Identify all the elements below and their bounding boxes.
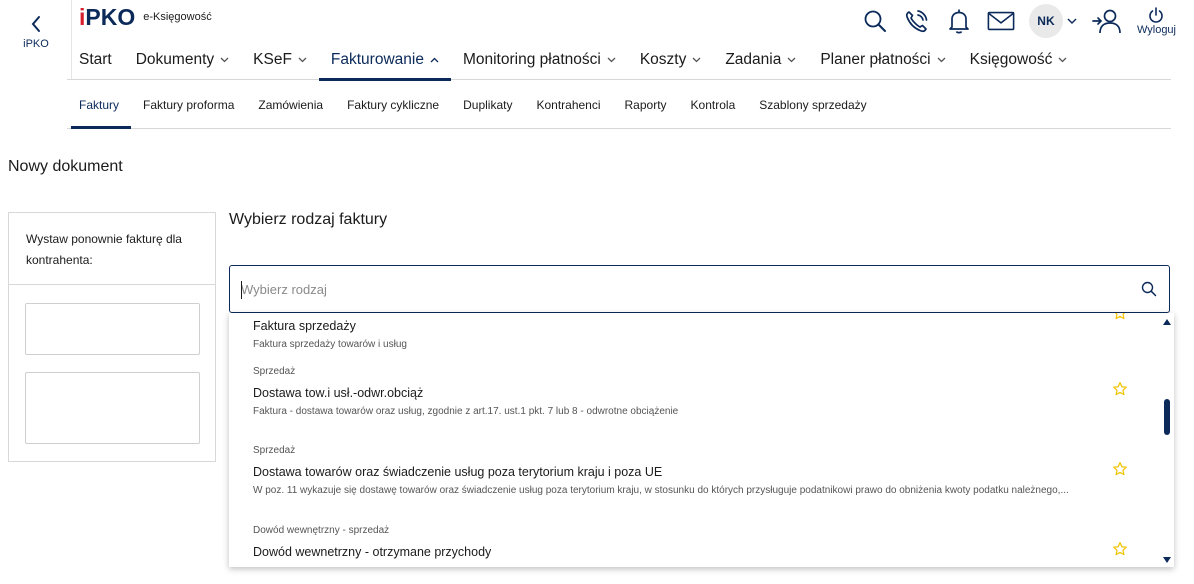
logo-text: PKO xyxy=(85,3,136,30)
recent-contractor-field-2[interactable] xyxy=(25,372,200,444)
favorite-star-icon[interactable] xyxy=(1112,461,1128,477)
option-description xyxy=(253,565,1134,567)
option-name: Dostawa towarów oraz świadczenie usług p… xyxy=(253,465,663,479)
search-icon[interactable] xyxy=(1129,281,1169,297)
main-nav-label: Dokumenty xyxy=(135,51,215,68)
option-description: Faktura sprzedaży towarów i usług xyxy=(253,339,407,350)
option-description: W poz. 11 wykazuje się dostawę towarów o… xyxy=(253,485,1069,496)
favorite-star-icon[interactable] xyxy=(1112,381,1128,397)
sub-nav-item[interactable]: Faktury proforma xyxy=(131,81,246,128)
invoice-type-title: Wybierz rodzaj faktury xyxy=(229,211,388,228)
bell-icon[interactable] xyxy=(945,7,973,35)
invoice-type-combobox[interactable] xyxy=(229,265,1170,313)
main-nav: Start Dokumenty KSeF Fakturowanie Monitoring… xyxy=(67,40,1171,81)
favorite-star-icon[interactable] xyxy=(1112,313,1128,321)
sub-nav-item[interactable]: Kontrola xyxy=(679,81,748,128)
back-label[interactable]: iPKO xyxy=(0,38,72,50)
scrollbar-thumb[interactable] xyxy=(1164,399,1170,435)
invoice-type-option[interactable]: Sprzedaż Dostawa tow.i usł.-odwr.obciąż Fa… xyxy=(253,366,1134,420)
option-category: Sprzedaż xyxy=(253,445,296,456)
main-nav-item[interactable]: Planer płatności xyxy=(808,40,957,80)
main-nav-item[interactable]: Zadania xyxy=(713,40,808,80)
sub-nav-item[interactable]: Faktury cykliczne xyxy=(335,81,451,128)
back-chevron-icon[interactable] xyxy=(28,14,44,34)
chevron-down-icon xyxy=(298,57,307,63)
sub-nav-item[interactable]: Faktury xyxy=(67,81,132,129)
main-nav-label: Koszty xyxy=(639,51,687,68)
header-toolbar: NK Wyloguj xyxy=(847,4,1176,38)
main-nav-label: Zadania xyxy=(725,51,782,68)
invoice-type-option[interactable]: Dowód wewnętrzny - sprzedaż Dowód wewnetr… xyxy=(253,525,1134,567)
main-nav-label: KSeF xyxy=(253,51,292,68)
chevron-down-icon xyxy=(692,57,701,63)
page-title: Nowy dokument xyxy=(8,158,123,175)
logout-label: Wyloguj xyxy=(1136,23,1176,36)
recent-contractor-field-1[interactable] xyxy=(25,303,200,355)
option-name: Dostawa tow.i usł.-odwr.obciąż xyxy=(253,386,424,400)
main-nav-item[interactable]: Dokumenty xyxy=(124,40,241,80)
main-nav-item[interactable]: Fakturowanie xyxy=(318,40,452,81)
option-description: Faktura - dostawa towarów oraz usług, zg… xyxy=(253,406,679,417)
invoice-type-option[interactable]: Sprzedaż Dostawa towarów oraz świadczenie… xyxy=(253,445,1134,499)
user-switch-icon[interactable] xyxy=(1091,7,1123,35)
list-scrollbar[interactable] xyxy=(1160,313,1174,567)
search-icon[interactable] xyxy=(861,7,889,35)
main-nav-item[interactable]: Koszty xyxy=(628,40,714,80)
chevron-down-icon xyxy=(937,57,946,63)
scroll-down-arrow-icon[interactable] xyxy=(1163,557,1171,563)
power-icon xyxy=(1149,6,1164,23)
option-name: Faktura sprzedaży xyxy=(253,319,356,333)
product-name: e-Księgowość xyxy=(143,11,212,23)
sub-nav-item[interactable]: Zamówienia xyxy=(246,81,335,128)
scroll-up-arrow-icon[interactable] xyxy=(1163,319,1171,325)
reissue-panel: Wystaw ponownie fakturę dla kontrahenta: xyxy=(8,212,216,462)
main-nav-label: Start xyxy=(79,51,112,68)
logout-button[interactable]: Wyloguj xyxy=(1136,6,1176,36)
option-category: Dowód wewnętrzny - sprzedaż xyxy=(253,525,390,536)
mail-icon[interactable] xyxy=(987,7,1015,35)
sub-nav: Faktury Faktury proforma Zamówienia Faktury… xyxy=(67,81,1171,129)
text-caret xyxy=(241,281,242,299)
back-rail: iPKO xyxy=(0,0,72,80)
avatar: NK xyxy=(1028,4,1063,38)
invoice-type-list: Faktura sprzedaży Faktura sprzedaży towar… xyxy=(229,313,1174,567)
main-nav-item[interactable]: Monitoring płatności xyxy=(451,40,628,80)
reissue-panel-text: Wystaw ponownie fakturę dla kontrahenta: xyxy=(9,213,215,285)
option-name: Dowód wewnetrzny - otrzymane przychody xyxy=(253,545,492,559)
main-nav-label: Planer płatności xyxy=(820,51,931,68)
invoice-type-input[interactable] xyxy=(230,266,1129,312)
chevron-down-icon xyxy=(1058,57,1067,63)
invoice-type-option[interactable]: Faktura sprzedaży Faktura sprzedaży towar… xyxy=(253,313,1134,353)
sub-nav-item[interactable]: Duplikaty xyxy=(451,81,524,128)
chevron-down-icon xyxy=(220,57,229,63)
chevron-down-icon xyxy=(787,57,796,63)
sub-nav-item[interactable]: Kontrahenci xyxy=(524,81,612,128)
app-logo[interactable]: iPKO e-Księgowość xyxy=(79,4,212,30)
chevron-down-icon xyxy=(607,57,616,63)
option-category: Sprzedaż xyxy=(253,366,296,377)
main-nav-item[interactable]: KSeF xyxy=(241,40,319,80)
main-nav-item[interactable]: Start xyxy=(67,40,124,80)
main-nav-label: Księgowość xyxy=(969,51,1053,68)
chevron-up-icon xyxy=(430,57,439,63)
user-menu[interactable]: NK xyxy=(1028,4,1077,38)
chevron-down-icon xyxy=(1067,18,1077,24)
favorite-star-icon[interactable] xyxy=(1112,541,1128,557)
main-nav-label: Fakturowanie xyxy=(330,51,424,68)
sub-nav-item[interactable]: Szablony sprzedaży xyxy=(747,81,878,128)
sub-nav-item[interactable]: Raporty xyxy=(613,81,679,128)
main-nav-label: Monitoring płatności xyxy=(462,51,601,68)
main-nav-item[interactable]: Księgowość xyxy=(958,40,1080,80)
phone-icon[interactable] xyxy=(903,7,931,35)
